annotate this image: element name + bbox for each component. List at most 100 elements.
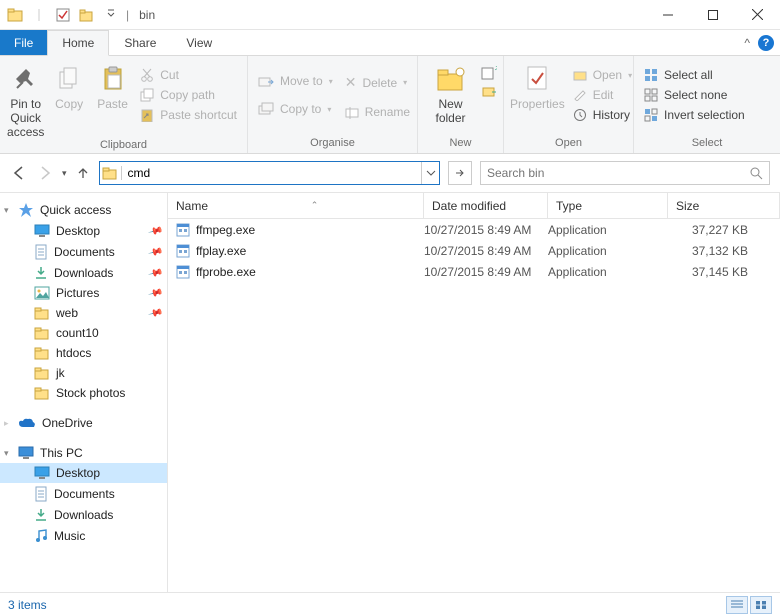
- tab-home[interactable]: Home: [47, 30, 109, 56]
- view-large-icons-button[interactable]: [750, 596, 772, 614]
- sidebar-item-documents[interactable]: Documents: [0, 483, 167, 505]
- search-input[interactable]: [487, 166, 749, 180]
- expander-icon[interactable]: ▸: [4, 418, 9, 429]
- view-details-button[interactable]: [726, 596, 748, 614]
- file-menu[interactable]: File: [0, 30, 47, 55]
- copy-button[interactable]: Copy: [49, 62, 88, 112]
- file-row[interactable]: ffprobe.exe10/27/2015 8:49 AMApplication…: [168, 261, 780, 282]
- sidebar-item-desktop[interactable]: Desktop📌: [0, 221, 167, 241]
- qat-properties-icon[interactable]: [52, 4, 74, 26]
- invert-selection-button[interactable]: Invert selection: [640, 106, 749, 124]
- sidebar-item-music[interactable]: Music: [0, 525, 167, 547]
- pin-to-quick-access-button[interactable]: Pin to Quick access: [6, 62, 45, 139]
- expander-icon[interactable]: ▾: [4, 448, 9, 459]
- rename-button[interactable]: Rename: [341, 103, 414, 121]
- paste-shortcut-button[interactable]: Paste shortcut: [136, 106, 241, 124]
- clipboard-group-label: Clipboard: [6, 139, 241, 153]
- invert-icon: [644, 108, 658, 122]
- recent-dropdown[interactable]: ▾: [62, 168, 67, 179]
- exe-icon: [176, 244, 190, 258]
- exe-icon: [176, 265, 190, 279]
- pin-icon: [13, 62, 39, 96]
- navbar: ▾: [0, 154, 780, 192]
- window-title: bin: [133, 8, 155, 22]
- file-row[interactable]: ffplay.exe10/27/2015 8:49 AMApplication3…: [168, 240, 780, 261]
- chevron-down-icon: ▾: [403, 78, 407, 87]
- qat-folder-icon[interactable]: [4, 4, 26, 26]
- sidebar-item-pictures[interactable]: Pictures📌: [0, 283, 167, 303]
- sidebar-item-desktop[interactable]: Desktop: [0, 463, 167, 483]
- path-icon: [140, 88, 154, 102]
- sidebar-item-documents[interactable]: Documents📌: [0, 241, 167, 263]
- properties-button[interactable]: Properties: [510, 62, 565, 112]
- sidebar-item-downloads[interactable]: Downloads: [0, 505, 167, 525]
- sidebar-onedrive[interactable]: ▸OneDrive: [0, 413, 167, 433]
- pin-icon: 📌: [147, 305, 163, 321]
- new-folder-button[interactable]: New folder: [424, 62, 477, 126]
- column-type[interactable]: Type: [548, 193, 668, 218]
- search-icon[interactable]: [749, 166, 763, 180]
- paste-label: Paste: [97, 98, 128, 112]
- sidebar-item-count10[interactable]: count10: [0, 323, 167, 343]
- forward-button[interactable]: [36, 164, 54, 182]
- address-input[interactable]: [122, 162, 421, 184]
- desktop-icon: [34, 224, 50, 238]
- open-button[interactable]: Open▾: [569, 66, 636, 84]
- minimize-button[interactable]: [645, 1, 690, 29]
- address-folder-icon[interactable]: [100, 166, 122, 180]
- close-button[interactable]: [735, 1, 780, 29]
- address-bar[interactable]: [99, 161, 440, 185]
- qat-newfolder-icon[interactable]: [76, 4, 98, 26]
- file-rows[interactable]: ffmpeg.exe10/27/2015 8:49 AMApplication3…: [168, 219, 780, 592]
- sidebar-this-pc[interactable]: ▾This PC: [0, 443, 167, 463]
- edit-button[interactable]: Edit: [569, 86, 636, 104]
- select-none-button[interactable]: Select none: [640, 86, 749, 104]
- expander-icon[interactable]: ▾: [4, 205, 9, 216]
- paste-icon: [101, 62, 125, 96]
- scissors-icon: [140, 68, 154, 82]
- sidebar-item-downloads[interactable]: Downloads📌: [0, 263, 167, 283]
- search-box[interactable]: [480, 161, 770, 185]
- download-icon: [34, 508, 48, 522]
- help-icon[interactable]: ?: [758, 35, 774, 51]
- sidebar-item-web[interactable]: web📌: [0, 303, 167, 323]
- column-date[interactable]: Date modified: [424, 193, 548, 218]
- new-folder-icon: [436, 62, 466, 96]
- sidebar-quick-access[interactable]: ▾Quick access: [0, 199, 167, 221]
- delete-button[interactable]: ✕Delete▾: [341, 72, 414, 93]
- address-dropdown[interactable]: [421, 162, 439, 184]
- paste-button[interactable]: Paste: [93, 62, 132, 112]
- doc-icon: [34, 486, 48, 502]
- file-row[interactable]: ffmpeg.exe10/27/2015 8:49 AMApplication3…: [168, 219, 780, 240]
- back-button[interactable]: [10, 164, 28, 182]
- doc-icon: [34, 244, 48, 260]
- qat-customize-dropdown[interactable]: [100, 4, 122, 26]
- properties-label: Properties: [510, 98, 565, 112]
- up-button[interactable]: [75, 165, 91, 181]
- column-size[interactable]: Size: [668, 193, 780, 218]
- open-group-label: Open: [510, 137, 627, 151]
- column-name[interactable]: Name⌃: [168, 193, 424, 218]
- tab-share[interactable]: Share: [109, 30, 171, 55]
- menubar: File Home Share View ­­^ ?: [0, 30, 780, 56]
- pin-icon: 📌: [147, 223, 163, 239]
- maximize-button[interactable]: [690, 1, 735, 29]
- ribbon-collapse-icon[interactable]: ­­^: [744, 36, 750, 50]
- copy-path-button[interactable]: Copy path: [136, 86, 241, 104]
- pictures-icon: [34, 286, 50, 300]
- go-button[interactable]: [448, 161, 472, 185]
- sidebar-item-stock-photos[interactable]: Stock photos: [0, 383, 167, 403]
- sidebar-item-jk[interactable]: jk: [0, 363, 167, 383]
- pc-icon: [18, 446, 34, 460]
- navigation-pane[interactable]: ▾Quick access Desktop📌Documents📌Download…: [0, 193, 168, 592]
- column-headers[interactable]: Name⌃ Date modified Type Size: [168, 193, 780, 219]
- move-to-button[interactable]: Move to▾: [254, 72, 337, 90]
- copy-to-button[interactable]: Copy to▾: [254, 100, 337, 118]
- new-item-icon[interactable]: ＊: [481, 66, 497, 80]
- cut-button[interactable]: Cut: [136, 66, 241, 84]
- select-all-button[interactable]: Select all: [640, 66, 749, 84]
- sidebar-item-htdocs[interactable]: htdocs: [0, 343, 167, 363]
- tab-view[interactable]: View: [171, 30, 227, 55]
- history-button[interactable]: History: [569, 106, 636, 124]
- easy-access-icon[interactable]: [481, 84, 497, 98]
